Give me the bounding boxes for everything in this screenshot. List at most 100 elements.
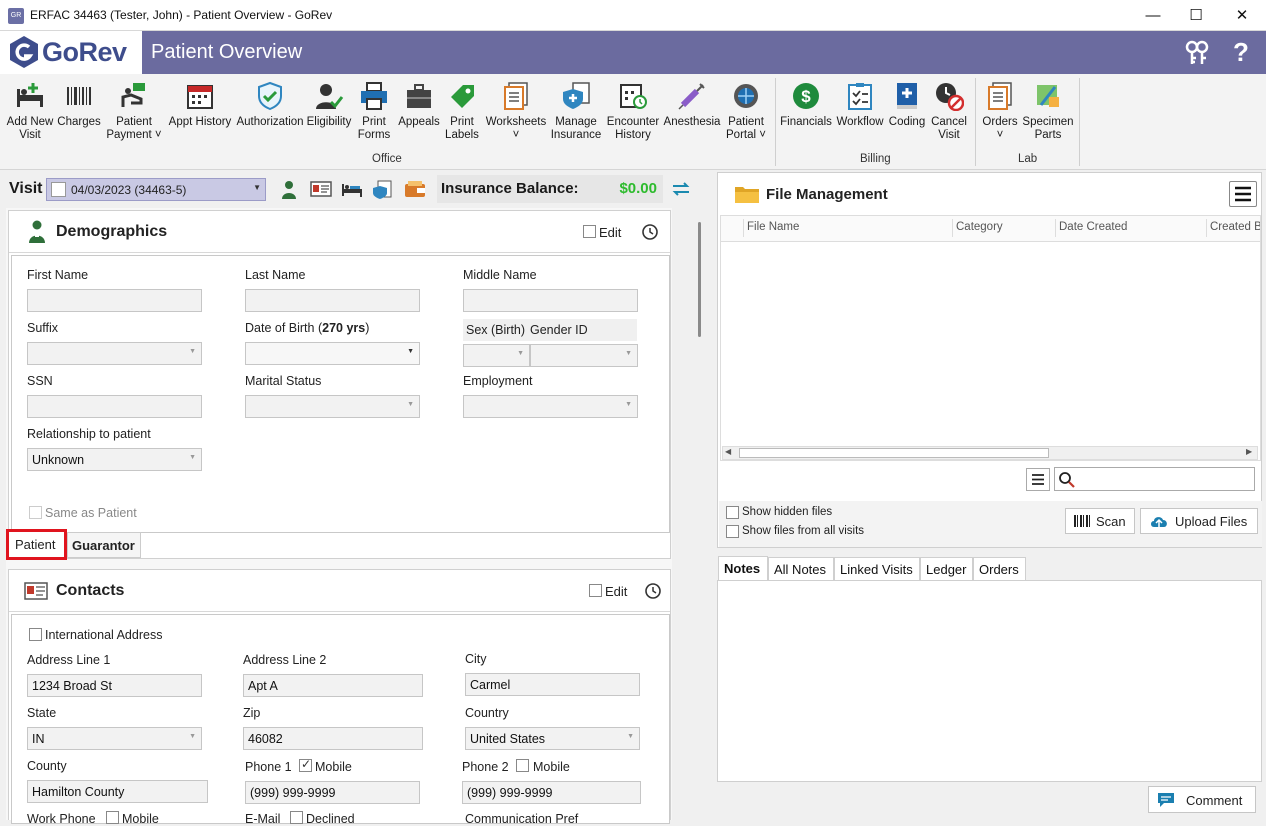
specimen-parts-button[interactable]: Specimen Parts: [1022, 80, 1074, 142]
phone-2-mobile-checkbox[interactable]: [516, 759, 529, 772]
demographics-edit-checkbox[interactable]: [583, 225, 596, 238]
county-input[interactable]: Hamilton County: [27, 780, 208, 803]
patient-payment-button[interactable]: Patient Payment ˅: [106, 80, 162, 142]
tab-ledger[interactable]: Ledger: [920, 557, 973, 581]
page-title: Patient Overview: [151, 41, 303, 63]
hamburger-menu-icon[interactable]: [1229, 181, 1257, 207]
orders-button[interactable]: Orders ˅: [978, 80, 1022, 142]
print-forms-button[interactable]: Print Forms: [354, 80, 394, 142]
window-title: ERFAC 34463 (Tester, John) - Patient Ove…: [30, 8, 333, 22]
column-date-created[interactable]: Date Created: [1059, 221, 1127, 233]
history-clock-icon[interactable]: [644, 582, 662, 600]
tab-patient[interactable]: Patient: [6, 529, 67, 560]
briefcase-icon: [407, 84, 431, 108]
phone-1-mobile-checkbox[interactable]: [299, 757, 312, 772]
insurance-card-icon[interactable]: [371, 180, 393, 200]
demographics-edit-label: Edit: [599, 225, 622, 240]
print-labels-label: Print Labels: [445, 116, 479, 141]
appt-history-button[interactable]: Appt History: [166, 80, 234, 129]
contacts-edit-checkbox[interactable]: [589, 584, 602, 597]
email-declined-checkbox[interactable]: [290, 811, 303, 824]
help-icon[interactable]: ?: [1233, 37, 1249, 68]
financials-button[interactable]: $ Financials: [780, 80, 832, 129]
tab-linked-visits[interactable]: Linked Visits: [834, 557, 920, 581]
city-input[interactable]: Carmel: [465, 673, 640, 696]
coding-button[interactable]: Coding: [886, 80, 928, 129]
dob-picker[interactable]: ▼: [245, 342, 420, 365]
employment-select[interactable]: ▼: [463, 395, 638, 418]
state-select[interactable]: IN ▼: [27, 727, 202, 750]
address-line-1-input[interactable]: 1234 Broad St: [27, 674, 202, 697]
country-select[interactable]: United States ▼: [465, 727, 640, 750]
phone-2-input[interactable]: (999) 999-9999: [462, 781, 641, 804]
city-label: City: [465, 652, 487, 666]
relationship-select[interactable]: Unknown ▼: [27, 448, 202, 471]
add-new-visit-button[interactable]: Add New Visit: [4, 80, 56, 142]
id-card-icon[interactable]: [310, 180, 332, 200]
tab-guarantor[interactable]: Guarantor: [67, 532, 141, 558]
same-as-patient-checkbox[interactable]: [29, 506, 42, 519]
cancel-visit-button[interactable]: Cancel Visit: [928, 80, 970, 142]
patient-icon[interactable]: [279, 180, 301, 200]
tab-notes[interactable]: Notes: [718, 556, 768, 580]
suffix-select[interactable]: ▼: [27, 342, 202, 365]
worksheets-button[interactable]: Worksheets ˅: [484, 80, 548, 142]
worksheets-icon: [504, 82, 528, 110]
show-hidden-files-checkbox[interactable]: [726, 506, 739, 519]
list-menu-icon[interactable]: [1026, 468, 1050, 491]
history-clock-icon[interactable]: [641, 223, 659, 241]
sex-birth-select[interactable]: ▼: [463, 344, 530, 367]
logo-mark-icon: [8, 34, 40, 70]
scroll-right-icon[interactable]: ▶: [1246, 447, 1252, 456]
gender-id-select[interactable]: ▼: [530, 344, 638, 367]
bed-icon[interactable]: [341, 180, 363, 200]
scrollbar-thumb[interactable]: [698, 222, 701, 337]
work-phone-mobile-checkbox[interactable]: [106, 811, 119, 824]
zip-input[interactable]: 46082: [243, 727, 423, 750]
relationship-value: Unknown: [32, 453, 85, 467]
column-file-name[interactable]: File Name: [747, 221, 799, 233]
last-name-input[interactable]: [245, 289, 420, 312]
show-all-visits-checkbox[interactable]: [726, 525, 739, 538]
scrollbar-thumb[interactable]: [739, 448, 1049, 458]
international-address-checkbox[interactable]: [29, 628, 42, 641]
file-search-input[interactable]: [1054, 467, 1255, 491]
visit-select[interactable]: 04/03/2023 (34463-5) ▼: [46, 178, 266, 201]
file-grid-hscrollbar[interactable]: ◀ ▶: [722, 446, 1258, 460]
middle-name-input[interactable]: [463, 289, 638, 312]
scan-button[interactable]: Scan: [1065, 508, 1135, 534]
column-created-by[interactable]: Created B: [1210, 221, 1260, 233]
appeals-button[interactable]: Appeals: [396, 80, 442, 129]
charges-button[interactable]: Charges: [56, 80, 102, 129]
upload-files-button[interactable]: Upload Files: [1140, 508, 1258, 534]
ssn-input[interactable]: [27, 395, 202, 418]
column-category[interactable]: Category: [956, 221, 1003, 233]
keys-icon[interactable]: [1183, 39, 1211, 67]
maximize-button[interactable]: ☐: [1173, 0, 1219, 31]
employment-label: Employment: [463, 374, 533, 388]
scroll-left-icon[interactable]: ◀: [725, 447, 731, 456]
tab-orders[interactable]: Orders: [973, 557, 1026, 581]
wallet-icon[interactable]: [404, 180, 426, 200]
visit-checkbox[interactable]: [51, 182, 66, 197]
workflow-button[interactable]: Workflow: [834, 80, 886, 129]
marital-status-select[interactable]: ▼: [245, 395, 420, 418]
patient-portal-button[interactable]: Patient Portal ˅: [722, 80, 770, 142]
tab-all-notes[interactable]: All Notes: [768, 557, 834, 581]
column-divider: [1055, 219, 1056, 237]
phone-1-input[interactable]: (999) 999-9999: [245, 781, 420, 804]
close-button[interactable]: ✕: [1219, 0, 1265, 31]
eligibility-button[interactable]: Eligibility: [306, 80, 352, 129]
encounter-history-button[interactable]: Encounter History: [604, 80, 662, 142]
print-labels-button[interactable]: Print Labels: [442, 80, 482, 142]
manage-insurance-button[interactable]: Manage Insurance: [548, 80, 604, 142]
anesthesia-button[interactable]: Anesthesia: [662, 80, 722, 129]
swap-icon[interactable]: [670, 178, 692, 200]
address-line-2-input[interactable]: Apt A: [243, 674, 423, 697]
minimize-button[interactable]: —: [1130, 0, 1176, 31]
left-panel-scrollbar[interactable]: [696, 208, 706, 820]
first-name-input[interactable]: [27, 289, 202, 312]
authorization-button[interactable]: Authorization: [236, 80, 304, 129]
comment-button[interactable]: Comment: [1148, 786, 1256, 813]
shield-check-icon: [258, 81, 282, 111]
